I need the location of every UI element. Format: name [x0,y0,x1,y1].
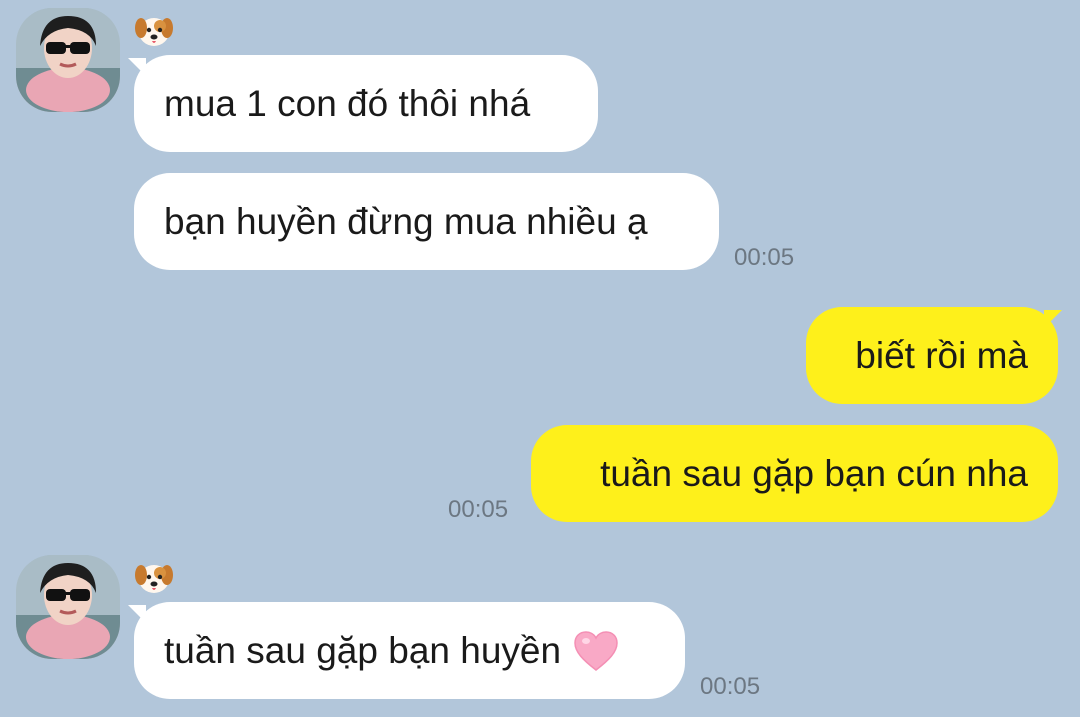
avatar[interactable] [16,8,120,112]
profile-photo [16,555,120,659]
message-timestamp: 00:05 [700,673,761,700]
message-bubble-incoming[interactable]: mua 1 con đó thôi nhá [134,55,598,152]
message-bubble-outgoing[interactable]: biết rồi mà [806,307,1058,404]
message-text: biết rồi mà [855,335,1028,376]
message-bubble-incoming[interactable]: bạn huyền đừng mua nhiều ạ [134,173,719,270]
message-bubble-incoming[interactable]: tuần sau gặp bạn huyền [134,602,685,699]
profile-photo [16,8,120,112]
message-timestamp: 00:05 [734,244,795,271]
puppy-emoji-icon [134,10,174,50]
avatar[interactable] [16,555,120,659]
pink-heart-icon [574,630,618,671]
message-bubble-outgoing[interactable]: tuần sau gặp bạn cún nha [531,425,1058,522]
message-timestamp: 00:05 [448,496,509,523]
chat-view: mua 1 con đó thôi nhá bạn huyền đừng mua… [0,0,1080,717]
message-text: bạn huyền đừng mua nhiều ạ [164,201,648,242]
message-text: tuần sau gặp bạn cún nha [600,453,1028,494]
message-text: mua 1 con đó thôi nhá [164,83,531,124]
puppy-emoji-icon [134,557,174,597]
message-text: tuần sau gặp bạn huyền [164,630,562,671]
